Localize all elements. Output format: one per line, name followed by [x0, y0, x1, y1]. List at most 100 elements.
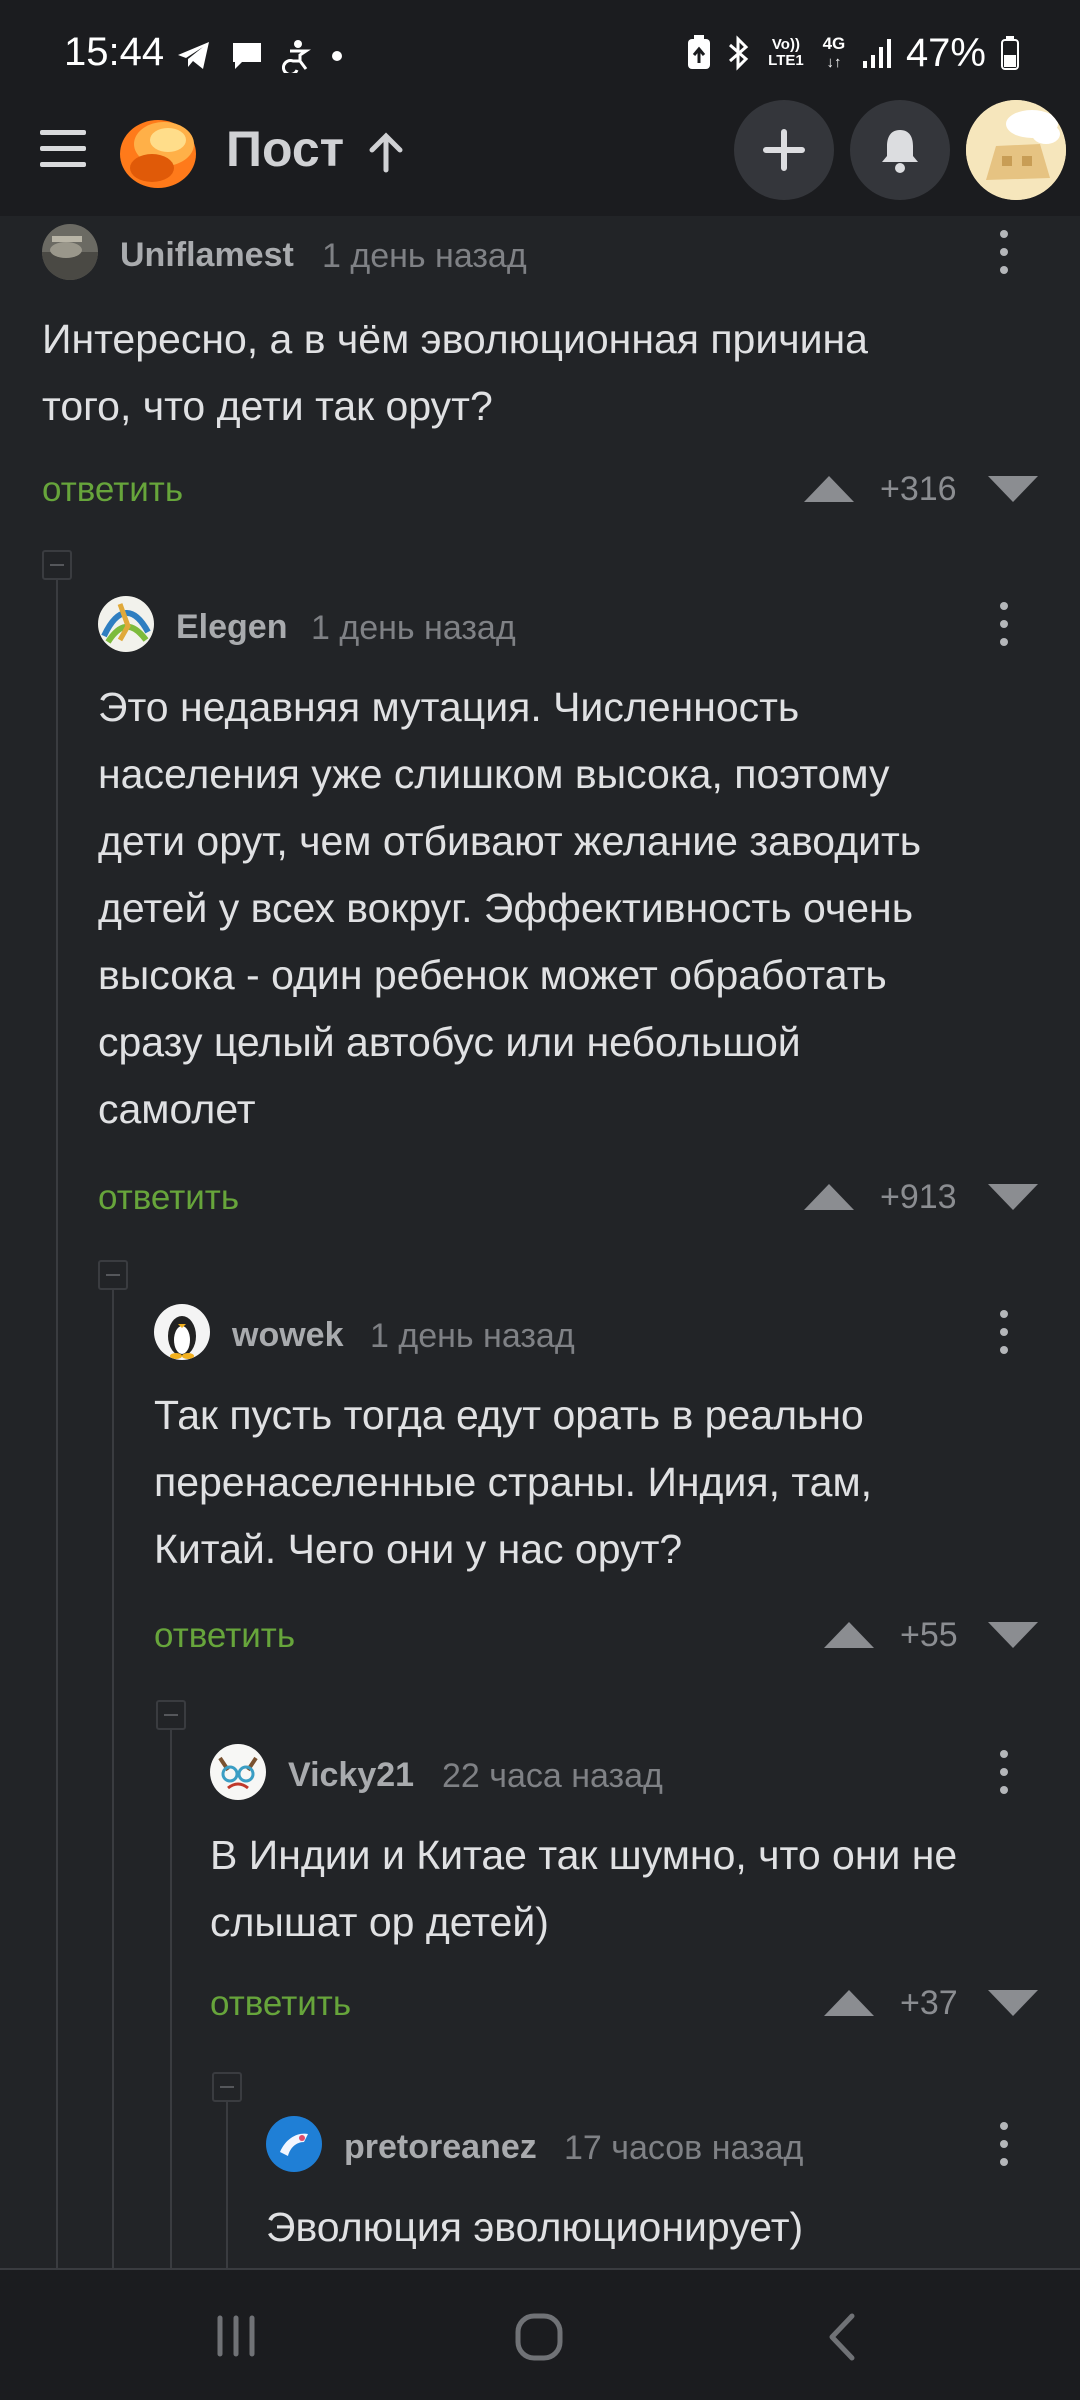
upvote-icon[interactable]: [802, 1182, 856, 1212]
bell-icon: [882, 130, 918, 173]
comment-header: Elegen 1 день назад: [98, 596, 1042, 656]
avatar[interactable]: [42, 224, 98, 280]
home-icon[interactable]: [514, 2312, 564, 2362]
comment: Uniflamest 1 день назад Интересно, а в ч…: [42, 224, 1042, 524]
more-options-icon[interactable]: [998, 1750, 1010, 1798]
profile-avatar[interactable]: [966, 100, 1066, 200]
comment-rating: +913: [880, 1178, 957, 1216]
avatar[interactable]: [210, 1744, 266, 1800]
comment-author[interactable]: Uniflamest: [120, 236, 294, 275]
more-options-icon[interactable]: [998, 602, 1010, 650]
message-icon: [233, 43, 261, 69]
recent-apps-icon[interactable]: [214, 2314, 258, 2358]
menu-button[interactable]: [40, 130, 88, 170]
comment-text: Так пусть тогда едут орать в реально пер…: [154, 1382, 1042, 1583]
comment-text: Это недавняя мутация. Численность населе…: [98, 674, 1042, 1143]
comment: pretoreanez 17 часов назад Эволюция эвол…: [266, 2116, 1042, 2268]
comment-line: Эволюция эволюционирует): [266, 2204, 804, 2250]
thread-line-2: [112, 1290, 114, 2270]
downvote-icon[interactable]: [986, 474, 1040, 504]
battery-icon: [1001, 36, 1019, 70]
avatar: [966, 100, 1066, 200]
reply-button[interactable]: ответить: [210, 1984, 351, 2024]
thread-line-3: [170, 1730, 172, 2270]
comment-line: слышат ор детей): [210, 1899, 549, 1945]
collapse-thread-2[interactable]: [98, 1260, 128, 1290]
comment-line: того, что дети так орут?: [42, 383, 493, 429]
plus-icon: [763, 129, 805, 171]
comment-rating: +55: [900, 1616, 958, 1654]
downvote-icon[interactable]: [986, 1988, 1040, 2018]
comment-time: 1 день назад: [370, 1317, 575, 1355]
collapse-thread-4[interactable]: [212, 2072, 242, 2102]
comment-line: детей у всех вокруг. Эффективность очень: [98, 885, 914, 931]
signal-icon: [862, 39, 891, 68]
upvote-icon[interactable]: [822, 1988, 876, 2018]
comment-author[interactable]: Elegen: [176, 608, 287, 647]
4g-icon: 4G ↓↑: [822, 33, 846, 71]
comment-line: дети орут, чем отбивают желание заводить: [98, 818, 922, 864]
thread-line-1: [56, 580, 58, 2270]
thread-line-4: [226, 2102, 228, 2270]
comment-text: Эволюция эволюционирует): [266, 2194, 1042, 2261]
back-icon[interactable]: [824, 2312, 860, 2362]
comment-line: Так пусть тогда едут орать в реально: [154, 1392, 864, 1438]
upvote-icon[interactable]: [802, 474, 856, 504]
comment-line: сразу целый автобус или небольшой: [98, 1019, 801, 1065]
comment-time: 17 часов назад: [564, 2129, 804, 2167]
system-nav-bar: [0, 2268, 1080, 2400]
comment-line: населения уже слишком высока, поэтому: [98, 751, 890, 797]
comment-line: перенаселенные страны. Индия, там,: [154, 1459, 873, 1505]
avatar[interactable]: [98, 596, 154, 652]
comment-header: Uniflamest 1 день назад: [42, 224, 1042, 284]
reply-button[interactable]: ответить: [154, 1616, 295, 1656]
add-post-button[interactable]: [734, 100, 834, 200]
comment-line: самолет: [98, 1086, 256, 1132]
comment-header: pretoreanez 17 часов назад: [266, 2116, 1042, 2176]
upvote-icon[interactable]: [822, 1620, 876, 1650]
comment-author[interactable]: Vicky21: [288, 1756, 414, 1795]
volte-icon: Vo)) LTE1: [768, 36, 804, 69]
downvote-icon[interactable]: [986, 1620, 1040, 1650]
battery-saver-icon: [687, 35, 710, 69]
collapse-thread-3[interactable]: [156, 1700, 186, 1730]
comment: Vicky21 22 часа назад В Индии и Китае та…: [210, 1744, 1042, 2044]
comment-time: 1 день назад: [322, 237, 527, 275]
dot-icon: [332, 51, 342, 61]
reply-button[interactable]: ответить: [98, 1178, 239, 1218]
comment-text: В Индии и Китае так шумно, что они не сл…: [210, 1822, 1042, 1956]
avatar[interactable]: [154, 1304, 210, 1360]
avatar[interactable]: [266, 2116, 322, 2172]
collapse-thread-1[interactable]: [42, 550, 72, 580]
accessibility-icon: [282, 40, 311, 73]
comment-header: wowek 1 день назад: [154, 1304, 1042, 1364]
comment-line: Китай. Чего они у нас орут?: [154, 1526, 683, 1572]
status-bar: 15:44 Vo)) LTE1 4G ↓↑ 47%: [0, 0, 1080, 86]
comment-author[interactable]: wowek: [232, 1316, 343, 1355]
more-options-icon[interactable]: [998, 2122, 1010, 2170]
app-screen: 15:44 Vo)) LTE1 4G ↓↑ 47% Пост Uniflames…: [0, 0, 1080, 2400]
comment-line: Это недавняя мутация. Численность: [98, 684, 800, 730]
comment-text: Интересно, а в чём эволюционная причина …: [42, 306, 1032, 440]
arrow-up-icon[interactable]: [366, 130, 406, 174]
more-options-icon[interactable]: [998, 1310, 1010, 1358]
comment: Elegen 1 день назад Это недавняя мутация…: [98, 596, 1042, 1236]
logo-icon[interactable]: [118, 110, 202, 190]
comment-line: высока - один ребенок может обработать: [98, 952, 887, 998]
battery-percentage: 47%: [905, 30, 986, 75]
comment-rating: +316: [880, 470, 957, 508]
reply-button[interactable]: ответить: [42, 470, 183, 510]
app-header: Пост: [0, 86, 1080, 216]
more-options-icon[interactable]: [998, 230, 1010, 278]
comment: wowek 1 день назад Так пусть тогда едут …: [154, 1304, 1042, 1674]
status-time: 15:44: [64, 30, 165, 74]
telegram-icon: [178, 42, 209, 69]
comment-line: В Индии и Китае так шумно, что они не: [210, 1832, 958, 1878]
notifications-button[interactable]: [850, 100, 950, 200]
downvote-icon[interactable]: [986, 1182, 1040, 1212]
comment-rating: +37: [900, 1984, 958, 2022]
page-title: Пост: [226, 121, 345, 177]
comment-line: Интересно, а в чём эволюционная причина: [42, 316, 868, 362]
bluetooth-icon: [728, 35, 749, 71]
comment-author[interactable]: pretoreanez: [344, 2128, 537, 2167]
